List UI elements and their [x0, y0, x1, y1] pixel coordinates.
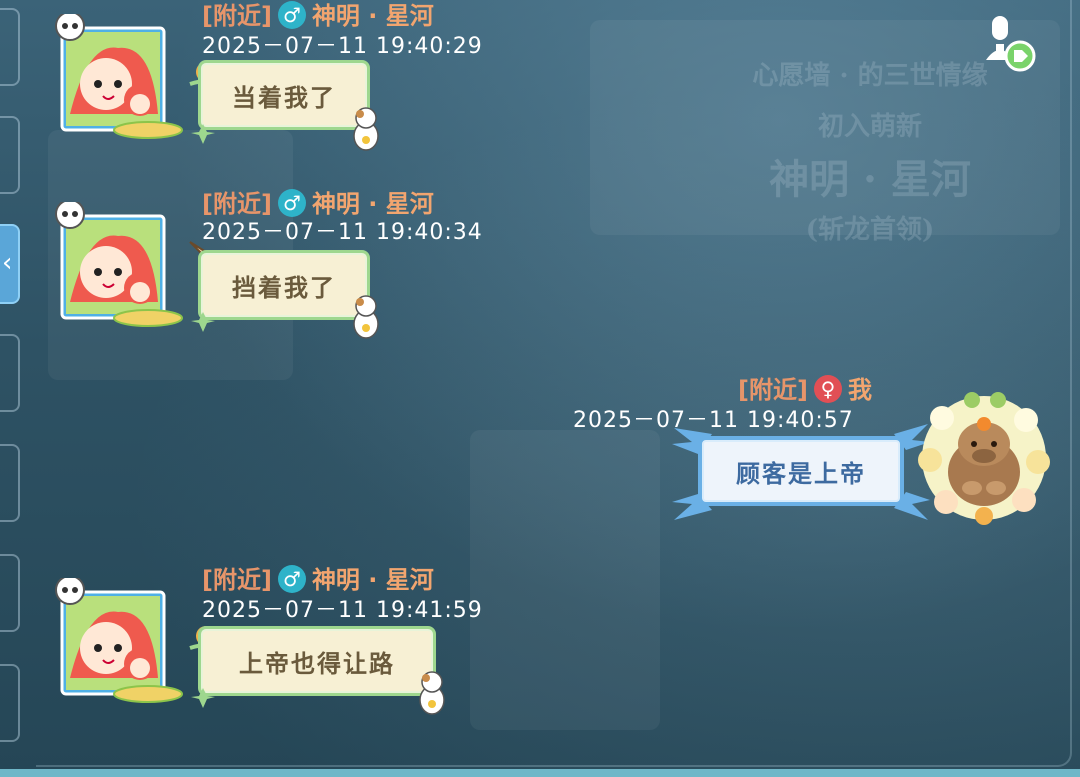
- voice-button[interactable]: [980, 14, 1040, 74]
- rail-tab-6[interactable]: [0, 664, 20, 742]
- rail-tab-3[interactable]: [0, 334, 20, 412]
- rail-tab-5[interactable]: [0, 554, 20, 632]
- message-header: [附近] ♂ 神明 · 星河: [202, 560, 434, 595]
- clover-decoration-icon: [191, 312, 215, 332]
- left-channel-rail: [0, 0, 22, 777]
- channel-tag[interactable]: [附近]: [202, 2, 272, 30]
- cat-sticker-icon: [353, 107, 379, 151]
- message-bubble[interactable]: 当着我了: [198, 60, 370, 130]
- sender-avatar[interactable]: [48, 575, 188, 704]
- message-header: [附近] ♂ 神明 · 星河: [202, 0, 434, 31]
- sender-name[interactable]: 我: [848, 376, 872, 404]
- message-timestamp: 2025－07－11 19:40:29: [202, 34, 483, 59]
- male-gender-icon: ♂: [277, 189, 306, 217]
- channel-tag[interactable]: [附近]: [202, 566, 272, 594]
- cat-sticker-icon: [419, 671, 445, 715]
- rail-tab-active-collapse[interactable]: [0, 224, 20, 304]
- message-bubble[interactable]: 挡着我了: [198, 250, 370, 320]
- sender-avatar[interactable]: [48, 11, 188, 140]
- cat-sticker-icon: [353, 295, 379, 339]
- fox-avatar-icon: [55, 575, 183, 703]
- message-timestamp: 2025－07－11 19:41:59: [202, 598, 483, 623]
- message-header: [附近] ♀ 我: [738, 370, 872, 405]
- rail-tab-1[interactable]: [0, 8, 20, 86]
- clover-decoration-icon: [191, 688, 215, 708]
- fox-avatar-icon: [55, 11, 183, 139]
- self-avatar[interactable]: [912, 388, 1054, 526]
- capybara-flower-avatar-icon: [918, 392, 1050, 525]
- rail-tab-2[interactable]: [0, 116, 20, 194]
- sender-name[interactable]: 神明 · 星河: [312, 2, 434, 30]
- fox-avatar-icon: [55, 199, 183, 327]
- female-gender-icon: ♀: [813, 375, 842, 403]
- sender-name[interactable]: 神明 · 星河: [312, 566, 434, 594]
- message-timestamp: 2025－07－11 19:40:34: [202, 220, 483, 245]
- male-gender-icon: ♂: [277, 565, 306, 593]
- message-bubble[interactable]: 上帝也得让路: [198, 626, 436, 696]
- channel-tag[interactable]: [附近]: [738, 376, 808, 404]
- rail-tab-4[interactable]: [0, 444, 20, 522]
- male-gender-icon: ♂: [277, 1, 306, 29]
- message-bubble[interactable]: 顾客是上帝: [698, 436, 904, 506]
- microphone-user-icon: [986, 16, 1036, 72]
- clover-decoration-icon: [191, 124, 215, 144]
- sender-avatar[interactable]: [48, 199, 188, 328]
- bottom-input-bar-edge: [0, 769, 1080, 777]
